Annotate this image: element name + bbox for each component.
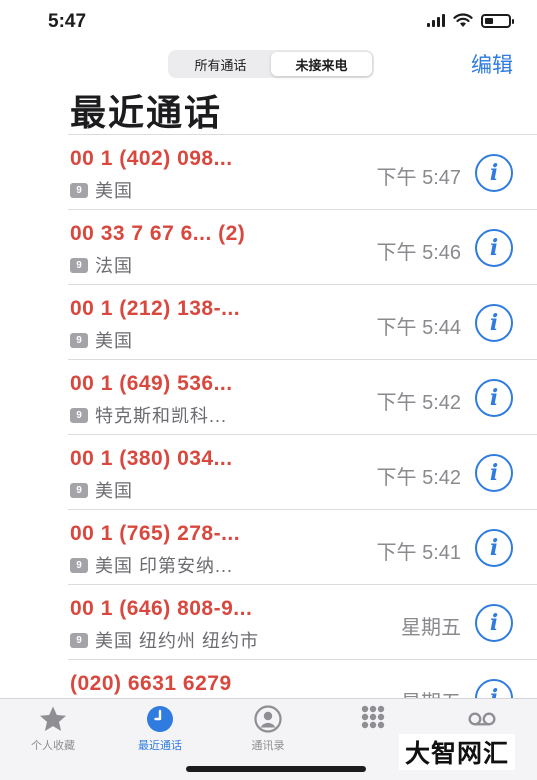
keypad-icon — [358, 705, 388, 733]
info-icon: i — [489, 310, 499, 336]
info-button[interactable]: i — [475, 604, 513, 642]
tab-keypad[interactable] — [323, 705, 423, 737]
call-row[interactable]: 00 1 (646) 808-9... 9 美国 纽约州 纽约市 星期五 i — [68, 584, 537, 659]
call-time: 下午 5:44 — [376, 317, 461, 339]
sim-badge: 9 — [70, 632, 88, 648]
call-row[interactable]: 00 1 (402) 098... 9 美国 下午 5:47 i — [68, 134, 537, 209]
info-button[interactable]: i — [475, 379, 513, 417]
call-number: 00 33 7 67 6... (2) — [70, 222, 246, 245]
call-location: 特克斯和凯科... — [95, 406, 228, 426]
status-bar: 5:47 — [0, 0, 537, 44]
call-time: 下午 5:42 — [376, 467, 461, 489]
info-button[interactable]: i — [475, 154, 513, 192]
call-number: 00 1 (380) 034... — [70, 447, 233, 470]
info-button[interactable]: i — [475, 529, 513, 567]
tab-label: 个人收藏 — [31, 740, 75, 752]
voicemail-icon — [467, 705, 497, 733]
sim-badge: 9 — [70, 557, 88, 573]
sim-badge: 9 — [70, 482, 88, 498]
home-indicator — [186, 766, 366, 772]
call-row[interactable]: 00 1 (765) 278-... 9 美国 印第安纳... 下午 5:41 i — [68, 509, 537, 584]
tab-favorites[interactable]: 个人收藏 — [3, 705, 103, 753]
wifi-icon — [453, 13, 473, 27]
call-row[interactable]: 00 1 (380) 034... 9 美国 下午 5:42 i — [68, 434, 537, 509]
call-details: 9 美国 — [70, 477, 133, 503]
edit-button[interactable]: 编辑 — [471, 49, 513, 79]
call-number: 00 1 (765) 278-... — [70, 522, 241, 545]
status-icons — [427, 13, 514, 28]
info-icon: i — [489, 610, 499, 636]
sim-badge: 9 — [70, 257, 88, 273]
call-row[interactable]: 00 1 (212) 138-... 9 美国 下午 5:44 i — [68, 284, 537, 359]
tab-voicemail[interactable] — [432, 705, 532, 737]
call-time: 星期五 — [401, 617, 461, 639]
status-time: 5:47 — [48, 11, 87, 32]
call-details: 9 美国 — [70, 327, 133, 353]
info-icon: i — [489, 160, 499, 186]
person-icon — [253, 705, 283, 733]
sim-badge: 9 — [70, 182, 88, 198]
page-title: 最近通话 — [70, 92, 223, 133]
call-filter-segmented-control: 所有通话 未接来电 — [168, 50, 374, 78]
info-icon: i — [489, 535, 499, 561]
segment-missed-calls[interactable]: 未接来电 — [271, 52, 372, 76]
tab-label: 通讯录 — [251, 740, 285, 752]
tab-contacts[interactable]: 通讯录 — [218, 705, 318, 753]
call-time: 下午 5:41 — [376, 542, 461, 564]
call-details: 9 美国 印第安纳... — [70, 552, 233, 578]
clock-icon — [145, 705, 175, 733]
call-location: 美国 — [95, 481, 133, 501]
call-location: 美国 — [95, 331, 133, 351]
info-icon: i — [489, 235, 499, 261]
call-location: 美国 印第安纳... — [95, 556, 234, 576]
segment-all-calls[interactable]: 所有通话 — [170, 52, 271, 76]
call-number: 00 1 (402) 098... — [70, 147, 233, 170]
info-icon: i — [489, 385, 499, 411]
call-details: 9 美国 — [70, 177, 133, 203]
info-icon: i — [489, 460, 499, 486]
call-time: 下午 5:46 — [376, 242, 461, 264]
cellular-signal-icon — [427, 14, 445, 27]
call-number: (020) 6631 6279 — [70, 672, 232, 695]
info-button[interactable]: i — [475, 304, 513, 342]
sim-badge: 9 — [70, 332, 88, 348]
recent-calls-list: 00 1 (402) 098... 9 美国 下午 5:47 i 00 33 7 67 6… — [68, 134, 537, 734]
call-row[interactable]: 00 33 7 67 6... (2) 9 法国 下午 5:46 i — [68, 209, 537, 284]
call-number: 00 1 (212) 138-... — [70, 297, 241, 320]
info-button[interactable]: i — [475, 229, 513, 267]
call-number: 00 1 (646) 808-9... — [70, 597, 253, 620]
call-details: 9 美国 纽约州 纽约市 — [70, 627, 259, 653]
tab-recents[interactable]: 最近通话 — [110, 705, 210, 753]
call-location: 美国 — [95, 181, 133, 201]
watermark: 大智网汇 — [398, 734, 515, 770]
star-icon — [38, 705, 68, 733]
call-details: 9 法国 — [70, 252, 133, 278]
call-location: 法国 — [95, 256, 133, 276]
info-button[interactable]: i — [475, 454, 513, 492]
battery-icon — [481, 13, 514, 28]
call-time: 下午 5:47 — [376, 167, 461, 189]
tab-label: 最近通话 — [138, 740, 182, 752]
call-time: 下午 5:42 — [376, 392, 461, 414]
call-details: 9 特克斯和凯科... — [70, 402, 227, 428]
call-location: 美国 纽约州 纽约市 — [95, 631, 260, 651]
call-number: 00 1 (649) 536... — [70, 372, 233, 395]
sim-badge: 9 — [70, 407, 88, 423]
call-row[interactable]: 00 1 (649) 536... 9 特克斯和凯科... 下午 5:42 i — [68, 359, 537, 434]
